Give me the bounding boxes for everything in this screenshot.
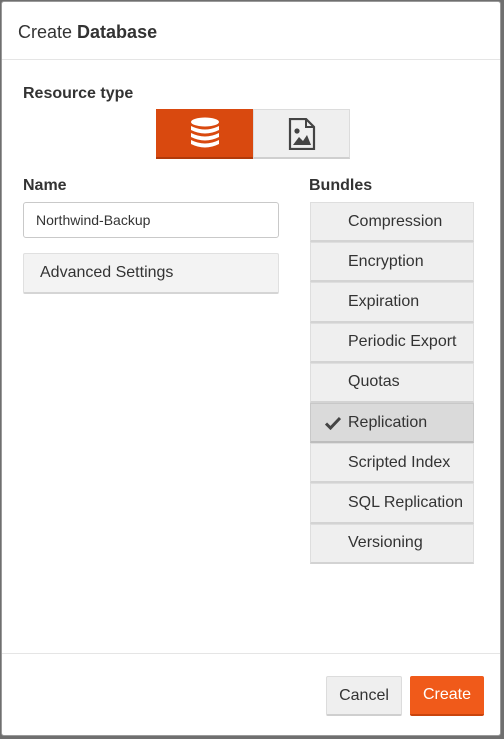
bundle-label: Scripted Index: [348, 453, 451, 471]
bundle-quotas[interactable]: Quotas: [310, 362, 474, 403]
dialog-title-prefix: Create: [18, 22, 73, 42]
dialog-header: Create Database: [2, 2, 500, 60]
bundle-label: Periodic Export: [348, 333, 457, 351]
database-type-button[interactable]: [156, 109, 253, 159]
bundle-label: Quotas: [348, 373, 400, 391]
database-name-input[interactable]: [23, 202, 279, 238]
resource-type-toggle: [156, 109, 350, 159]
cancel-button[interactable]: Cancel: [326, 676, 402, 716]
bundles-list: Compression Encryption Expiration Period…: [310, 202, 474, 564]
bundle-label: Compression: [348, 212, 443, 230]
advanced-settings-button[interactable]: Advanced Settings: [23, 253, 279, 294]
resource-type-label: Resource type: [23, 85, 134, 102]
bundle-label: Replication: [348, 413, 428, 431]
bundle-encryption[interactable]: Encryption: [310, 242, 474, 283]
bundle-label: Versioning: [348, 534, 423, 552]
checkmark-icon: [325, 416, 341, 430]
create-database-dialog: Create Database Resource type Name Advan…: [1, 1, 501, 736]
bundle-scripted-index[interactable]: Scripted Index: [310, 443, 474, 484]
dialog-title-bold: Database: [77, 22, 158, 42]
bundle-label: Encryption: [348, 252, 424, 270]
bundle-periodic-export[interactable]: Periodic Export: [310, 322, 474, 363]
bundle-label: Expiration: [348, 292, 420, 310]
image-icon: [288, 117, 315, 150]
create-button[interactable]: Create: [410, 676, 484, 716]
bundle-sql-replication[interactable]: SQL Replication: [310, 483, 474, 524]
database-icon: [190, 117, 219, 148]
bundles-label: Bundles: [309, 177, 373, 194]
name-label: Name: [23, 177, 67, 194]
bundle-label: SQL Replication: [348, 493, 464, 511]
bundle-compression[interactable]: Compression: [310, 202, 474, 243]
bundle-replication[interactable]: Replication: [310, 402, 474, 444]
bundle-expiration[interactable]: Expiration: [310, 282, 474, 323]
bundle-versioning[interactable]: Versioning: [310, 523, 474, 564]
footer-divider: [2, 653, 500, 654]
filesystem-type-button[interactable]: [253, 109, 350, 159]
